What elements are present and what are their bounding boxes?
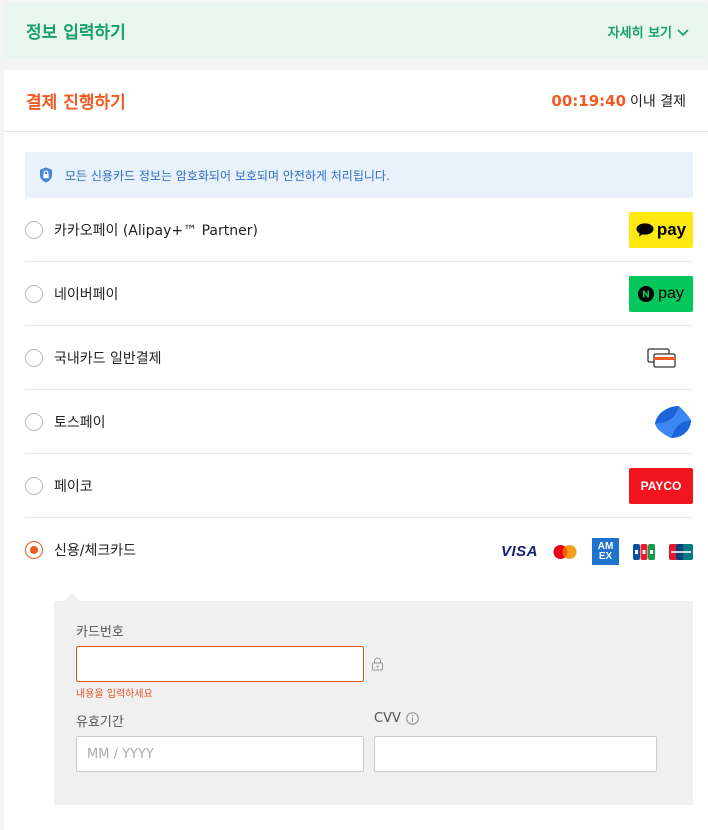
payco-radio[interactable] — [25, 476, 43, 495]
tosspay-radio[interactable] — [25, 412, 43, 431]
info-icon[interactable] — [406, 712, 419, 725]
lock-icon — [372, 657, 383, 671]
card-number-error: 내용을 입력하세요 — [76, 689, 153, 700]
payment-header: 결제 진행하기 00:19:40 이내 결제 — [4, 70, 708, 132]
payment-panel: 결제 진행하기 00:19:40 이내 결제 모든 신용카드 정보는 암호화되어 … — [4, 70, 708, 830]
jcb-logo — [633, 543, 655, 560]
naverpay-radio[interactable] — [25, 284, 43, 303]
method-credit-card[interactable]: 신용/체크카드 VISA AM EX — [25, 518, 693, 582]
amex-logo: AM EX — [592, 538, 619, 565]
shield-lock-icon — [40, 167, 52, 183]
expiry-input[interactable] — [76, 736, 364, 772]
toss-icon — [655, 406, 691, 438]
card-input-form: 카드번호 내용을 입력하세요 유효기간 CVV — [54, 593, 693, 805]
expiry-label: 유효기간 — [76, 715, 124, 730]
info-title: 정보 입력하기 — [26, 23, 126, 43]
kakaopay-radio[interactable] — [25, 220, 43, 239]
naver-n-icon — [638, 286, 655, 302]
domestic-card-radio[interactable] — [25, 348, 43, 367]
payco-logo: PAYCO — [629, 468, 693, 504]
timer-suffix: 이내 결제 — [630, 94, 686, 110]
view-details-button[interactable]: 자세히 보기 — [608, 22, 690, 41]
unionpay-logo — [669, 543, 693, 560]
mastercard-logo — [553, 544, 577, 559]
timer-value: 00:19:40 — [551, 92, 627, 110]
cvv-label-group: CVV — [374, 711, 419, 726]
method-naverpay[interactable]: 네이버페이 pay — [25, 262, 693, 326]
credit-card-radio[interactable] — [25, 541, 43, 559]
amex-logo-bottom: EX — [598, 550, 613, 562]
cvv-label: CVV — [374, 711, 401, 726]
payment-timer: 00:19:40 이내 결제 — [551, 91, 686, 111]
payco-label: 페이코 — [54, 478, 93, 495]
naverpay-logo-text: pay — [658, 285, 684, 302]
info-section-header: 정보 입력하기 자세히 보기 — [4, 2, 708, 58]
chevron-down-icon — [677, 28, 689, 36]
method-domestic-card[interactable]: 국내카드 일반결제 — [25, 326, 693, 390]
card-brand-logos: VISA AM EX — [501, 538, 693, 565]
speech-bubble-icon — [636, 223, 654, 237]
kakaopay-label: 카카오페이 (Alipay+™ Partner) — [54, 222, 258, 239]
security-notice: 모든 신용카드 정보는 암호화되어 보호되며 안전하게 처리됩니다. — [25, 152, 693, 198]
method-tosspay[interactable]: 토스페이 — [25, 390, 693, 454]
naverpay-logo: pay — [629, 276, 693, 312]
card-number-input[interactable] — [76, 646, 364, 682]
card-number-label: 카드번호 — [76, 625, 124, 640]
method-payco[interactable]: 페이코 PAYCO — [25, 454, 693, 518]
visa-logo: VISA — [500, 543, 538, 560]
amex-logo-top: AM — [597, 540, 614, 552]
security-notice-text: 모든 신용카드 정보는 암호화되어 보호되며 안전하게 처리됩니다. — [65, 168, 390, 183]
payment-title: 결제 진행하기 — [26, 93, 126, 113]
tosspay-label: 토스페이 — [54, 414, 106, 431]
domestic-card-label: 국내카드 일반결제 — [54, 350, 162, 367]
credit-card-label: 신용/체크카드 — [54, 543, 136, 559]
view-details-label: 자세히 보기 — [607, 26, 672, 41]
kakaopay-logo: pay — [629, 212, 693, 248]
card-icon — [647, 348, 676, 368]
naverpay-label: 네이버페이 — [54, 286, 119, 303]
cvv-input[interactable] — [374, 736, 657, 772]
method-kakaopay[interactable]: 카카오페이 (Alipay+™ Partner) pay — [25, 198, 693, 262]
kakaopay-logo-text: pay — [656, 220, 687, 239]
